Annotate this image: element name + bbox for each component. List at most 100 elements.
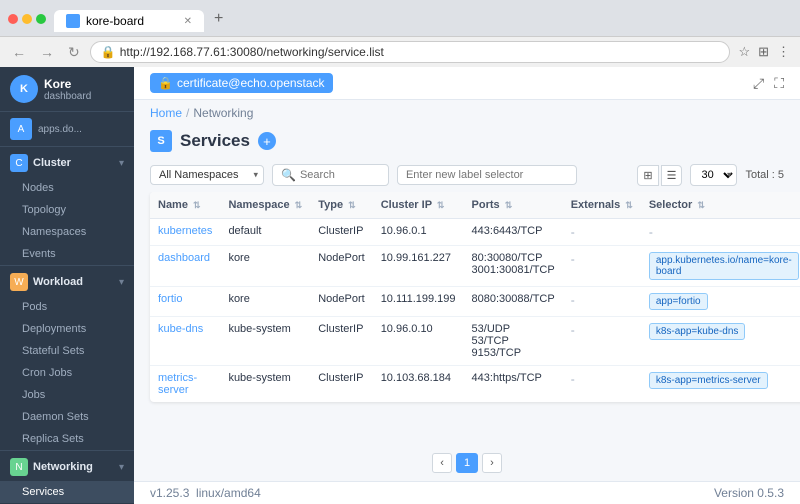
col-ports[interactable]: Ports ⇅	[464, 192, 563, 219]
breadcrumb-home[interactable]: Home	[150, 106, 182, 120]
bookmark-btn[interactable]: ⊞	[756, 42, 771, 62]
close-dot[interactable]	[8, 14, 18, 24]
cluster-section-header[interactable]: C Cluster ▾	[0, 147, 134, 177]
col-namespace[interactable]: Namespace ⇅	[220, 192, 310, 219]
sidebar-section-cluster: C Cluster ▾ Nodes Topology Namespaces Ev…	[0, 147, 134, 266]
menu-btn[interactable]: ⋮	[775, 42, 792, 62]
footer-version: v1.25.3	[150, 486, 189, 500]
user-area: A apps.do...	[0, 112, 134, 147]
total-count: Total : 5	[745, 169, 784, 181]
sidebar-item-events[interactable]: Events	[0, 243, 134, 265]
cert-icon: 🔒	[158, 76, 173, 90]
cell-ports: 443:6443/TCP	[464, 219, 563, 246]
selector-badge: app=fortio	[649, 293, 708, 310]
sidebar-item-statefulsets[interactable]: Stateful Sets	[0, 340, 134, 362]
cell-namespace: kore	[220, 287, 310, 317]
topbar: 🔒 certificate@echo.openstack ⤢ ⛶	[134, 67, 800, 100]
address-bar[interactable]: 🔒 http://192.168.77.61:30080/networking/…	[90, 41, 731, 63]
user-icon: A	[10, 118, 32, 140]
next-page-btn[interactable]: ›	[482, 453, 502, 473]
cell-ports: 53/UDP 53/TCP 9153/TCP	[464, 317, 563, 366]
cell-namespace: default	[220, 219, 310, 246]
star-btn[interactable]: ☆	[736, 42, 752, 62]
footer-info: v1.25.3 linux/amd64	[150, 486, 261, 500]
col-externals[interactable]: Externals ⇅	[563, 192, 641, 219]
networking-section-label: Networking	[33, 461, 119, 473]
grid-view-btn[interactable]: ⊞	[637, 165, 658, 186]
sidebar-item-jobs[interactable]: Jobs	[0, 384, 134, 406]
page-1-btn[interactable]: 1	[456, 453, 478, 473]
logo-icon: K	[10, 75, 38, 103]
sidebar-item-pods[interactable]: Pods	[0, 296, 134, 318]
table-header-row: Name ⇅ Namespace ⇅ Type ⇅ Cluster IP ⇅ P…	[150, 192, 800, 219]
selector-badge: k8s-app=kube-dns	[649, 323, 746, 340]
add-service-button[interactable]: +	[258, 132, 276, 150]
cell-ports: 80:30080/TCP 3001:30081/TCP	[464, 246, 563, 287]
col-selector[interactable]: Selector ⇅	[641, 192, 800, 219]
cell-externals: -	[563, 219, 641, 246]
cluster-section-label: Cluster	[33, 157, 119, 169]
logo-text: Kore	[44, 77, 91, 91]
browser-actions: ☆ ⊞ ⋮	[736, 42, 792, 62]
selector-badge: app.kubernetes.io/name=kore-board	[649, 252, 799, 280]
cell-selector: app=fortio	[641, 287, 800, 317]
sidebar-item-cronjobs[interactable]: Cron Jobs	[0, 362, 134, 384]
cell-selector: -	[641, 219, 800, 246]
sidebar-item-replicasets[interactable]: Replica Sets	[0, 428, 134, 450]
table-row[interactable]: kube-dnskube-systemClusterIP10.96.0.1053…	[150, 317, 800, 366]
namespace-select[interactable]: All Namespaces	[150, 165, 264, 185]
table-row[interactable]: metrics-serverkube-systemClusterIP10.103…	[150, 366, 800, 403]
tab-close-btn[interactable]: ✕	[184, 16, 192, 27]
forward-button[interactable]: →	[36, 42, 58, 62]
address-lock-icon: 🔒	[101, 45, 116, 59]
view-toggle: ⊞ ☰	[637, 165, 682, 186]
maximize-dot[interactable]	[36, 14, 46, 24]
cell-externals: -	[563, 366, 641, 403]
col-name[interactable]: Name ⇅	[150, 192, 220, 219]
table-row[interactable]: fortiokoreNodePort10.111.199.1998080:300…	[150, 287, 800, 317]
table-row[interactable]: dashboardkoreNodePort10.99.161.22780:300…	[150, 246, 800, 287]
sidebar-section-networking: N Networking ▾ Services Ingresses Endpoi…	[0, 451, 134, 504]
sidebar-item-topology[interactable]: Topology	[0, 199, 134, 221]
search-input[interactable]	[300, 169, 380, 181]
cell-name: kube-dns	[150, 317, 220, 366]
selector-badge: k8s-app=metrics-server	[649, 372, 768, 389]
sidebar-item-services[interactable]: Services	[0, 481, 134, 503]
workload-section-header[interactable]: W Workload ▾	[0, 266, 134, 296]
tab-favicon	[66, 14, 80, 28]
cell-name: dashboard	[150, 246, 220, 287]
col-type[interactable]: Type ⇅	[310, 192, 372, 219]
fullscreen-btn[interactable]: ⛶	[774, 75, 784, 92]
toolbar: All Namespaces 🔍 ⊞ ☰ 30 Total : 5	[134, 160, 800, 192]
page-size-select[interactable]: 30	[690, 164, 737, 186]
cell-namespace: kore	[220, 246, 310, 287]
prev-page-btn[interactable]: ‹	[432, 453, 452, 473]
networking-chevron-icon: ▾	[119, 462, 124, 473]
breadcrumb: Home / Networking	[134, 100, 800, 126]
table-row[interactable]: kubernetesdefaultClusterIP10.96.0.1443:6…	[150, 219, 800, 246]
sidebar-item-namespaces[interactable]: Namespaces	[0, 221, 134, 243]
sidebar-item-deployments[interactable]: Deployments	[0, 318, 134, 340]
list-view-btn[interactable]: ☰	[661, 165, 683, 186]
app-footer: v1.25.3 linux/amd64 Version 0.5.3	[134, 481, 800, 504]
sidebar-item-nodes[interactable]: Nodes	[0, 177, 134, 199]
back-button[interactable]: ←	[8, 42, 30, 62]
search-box: 🔍	[272, 164, 389, 186]
cell-ports: 443:https/TCP	[464, 366, 563, 403]
pagination: ‹ 1 ›	[134, 445, 800, 481]
browser-toolbar: ← → ↻ 🔒 http://192.168.77.61:30080/netwo…	[0, 36, 800, 67]
sidebar-item-daemonsets[interactable]: Daemon Sets	[0, 406, 134, 428]
minimize-dot[interactable]	[22, 14, 32, 24]
active-tab[interactable]: kore-board ✕	[54, 10, 204, 32]
expand-btn[interactable]: ⤢	[753, 75, 764, 92]
refresh-button[interactable]: ↻	[64, 42, 84, 63]
cell-externals: -	[563, 246, 641, 287]
networking-section-header[interactable]: N Networking ▾	[0, 451, 134, 481]
new-tab-btn[interactable]: +	[206, 6, 231, 32]
cell-type: ClusterIP	[310, 366, 372, 403]
col-cluster-ip[interactable]: Cluster IP ⇅	[373, 192, 464, 219]
label-selector-input[interactable]	[397, 165, 577, 185]
cell-type: ClusterIP	[310, 317, 372, 366]
cell-selector: app.kubernetes.io/name=kore-board	[641, 246, 800, 287]
workload-section-icon: W	[10, 273, 28, 291]
